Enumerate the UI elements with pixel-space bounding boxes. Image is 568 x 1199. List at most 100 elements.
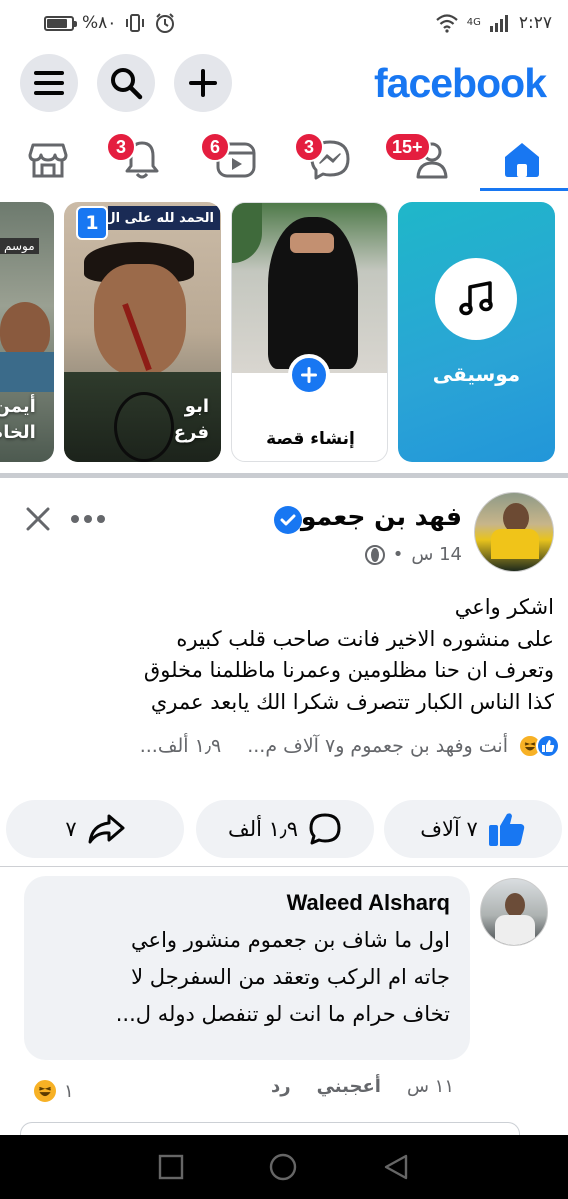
post-text-line: وتعرف ان حنا مظلومين وعمرنا ماظلمنا مخلو… bbox=[143, 658, 554, 682]
active-tab-indicator bbox=[480, 188, 568, 191]
comment-reaction-count: ١ bbox=[64, 1080, 74, 1102]
story-count-badge: 1 bbox=[76, 206, 108, 240]
search-icon bbox=[111, 68, 143, 100]
network-type: 4G bbox=[466, 17, 481, 28]
share-button[interactable]: ٧ bbox=[6, 800, 184, 858]
comment-count: ١٫٩ ألف bbox=[227, 817, 299, 841]
tab-notifications[interactable]: 3 bbox=[106, 132, 172, 186]
story-person-image bbox=[0, 302, 50, 358]
post-text-line: اشكر واعي bbox=[454, 595, 554, 619]
share-icon bbox=[88, 814, 125, 844]
comment-text-line: اول ما شاف بن جعموم منشور واعي bbox=[131, 928, 450, 952]
status-bar: %٨٠ 4G ٢:٢٧ bbox=[0, 0, 568, 46]
music-note-icon bbox=[459, 281, 493, 316]
messenger-badge: 3 bbox=[294, 132, 324, 162]
music-label: موسيقى bbox=[432, 362, 521, 386]
tab-messenger[interactable]: 3 bbox=[294, 132, 360, 186]
story-caption: الحمد لله على ال bbox=[108, 206, 220, 230]
comment-button[interactable]: ١٫٩ ألف bbox=[196, 800, 374, 858]
comment-reply-button[interactable]: رد bbox=[271, 1076, 291, 1097]
menu-button[interactable] bbox=[20, 54, 78, 112]
post-text-line: على منشوره الاخير فانت صاحب قلب كبيره bbox=[176, 626, 554, 651]
story-author-first: أيمن bbox=[0, 396, 36, 417]
reactions-text: أنت وفهد بن جعموم و٧ آلاف م... bbox=[247, 735, 508, 757]
tab-friends[interactable]: 15+ bbox=[384, 132, 458, 186]
tab-home[interactable] bbox=[492, 134, 552, 186]
tab-video[interactable]: 6 bbox=[200, 132, 266, 186]
story-author-last: الخام bbox=[0, 422, 36, 443]
haha-reaction-icon bbox=[32, 1078, 58, 1104]
author-avatar[interactable] bbox=[474, 492, 554, 572]
post-time[interactable]: 14 س bbox=[411, 544, 462, 565]
thumbs-up-icon bbox=[488, 813, 524, 846]
plus-icon bbox=[189, 69, 217, 97]
commenter-name[interactable]: Waleed Alsharq bbox=[44, 890, 450, 916]
alarm-icon bbox=[156, 13, 175, 33]
video-badge: 6 bbox=[200, 132, 230, 162]
stories-tray: موسم أيمن الخام الحمد لله على ال 1 ابو ف… bbox=[0, 202, 568, 466]
post-actions: ٧ آلاف ١٫٩ ألف ٧ bbox=[0, 800, 568, 860]
post-body: اشكر واعي على منشوره الاخير فانت صاحب قل… bbox=[0, 592, 568, 718]
create-story-label: إنشاء قصة bbox=[266, 429, 355, 449]
create-story-image bbox=[232, 203, 387, 373]
comment-reactions[interactable]: ١ bbox=[32, 1078, 74, 1104]
story-person-image bbox=[94, 264, 186, 376]
recents-icon[interactable] bbox=[158, 1154, 184, 1180]
store-icon bbox=[28, 143, 68, 178]
comment-actions: ١١ س أعجبني رد bbox=[271, 1076, 454, 1097]
meta-separator: • bbox=[392, 544, 404, 565]
friends-badge: 15+ bbox=[384, 132, 431, 162]
post-header: فهد بن جعموم 14 س • bbox=[0, 490, 568, 580]
comments-count-text[interactable]: ١٫٩ ألف... bbox=[140, 735, 222, 757]
story-card[interactable]: الحمد لله على ال 1 ابو فرع bbox=[64, 202, 221, 462]
commenter-avatar[interactable] bbox=[480, 878, 548, 946]
story-card[interactable]: موسم أيمن الخام bbox=[0, 202, 54, 462]
back-icon[interactable] bbox=[382, 1153, 410, 1181]
comment-text: اول ما شاف بن جعموم منشور واعي جاته ام ا… bbox=[44, 922, 450, 1033]
notifications-badge: 3 bbox=[106, 132, 136, 162]
clock: ٢:٢٧ bbox=[518, 13, 552, 33]
like-count: ٧ آلاف bbox=[420, 817, 478, 841]
share-count: ٧ bbox=[65, 817, 77, 841]
comment-like-button[interactable]: أعجبني bbox=[317, 1076, 381, 1097]
create-story-card[interactable]: إنشاء قصة bbox=[231, 202, 388, 462]
reactions-summary[interactable]: أنت وفهد بن جعموم و٧ آلاف م... ١٫٩ ألف..… bbox=[0, 728, 568, 764]
home-button-icon[interactable] bbox=[268, 1152, 298, 1182]
top-bar: facebook bbox=[0, 54, 568, 116]
nav-tabs: 3 6 3 15+ bbox=[0, 128, 568, 192]
home-icon bbox=[505, 143, 539, 177]
wifi-icon bbox=[436, 14, 458, 33]
battery-icon bbox=[44, 15, 77, 31]
comment-icon bbox=[309, 813, 341, 845]
story-caption: موسم bbox=[0, 238, 39, 254]
comment-text-line: تخاف حرام ما انت لو تنفصل دوله ل... bbox=[115, 1002, 450, 1026]
menu-icon bbox=[34, 71, 64, 95]
post-text-line: كذا الناس الكبار تتصرف شكرا الك يابعد عم… bbox=[150, 689, 554, 714]
like-button[interactable]: ٧ آلاف bbox=[384, 800, 562, 858]
battery-level: %٨٠ bbox=[82, 13, 117, 33]
music-story-card[interactable]: موسيقى bbox=[398, 202, 555, 462]
system-navigation-bar bbox=[0, 1135, 568, 1199]
globe-icon bbox=[364, 544, 385, 565]
story-author-last: فرع bbox=[173, 422, 209, 443]
search-button[interactable] bbox=[97, 54, 155, 112]
signal-icon bbox=[489, 15, 508, 32]
verified-badge-icon bbox=[274, 506, 302, 534]
story-author-first: ابو bbox=[184, 396, 209, 417]
create-button[interactable] bbox=[174, 54, 232, 112]
comment-time: ١١ س bbox=[406, 1076, 454, 1097]
close-icon[interactable] bbox=[26, 507, 50, 531]
add-story-button[interactable] bbox=[288, 354, 330, 396]
more-options-icon[interactable] bbox=[70, 514, 106, 524]
like-reaction-icon bbox=[536, 734, 560, 758]
comment-bubble[interactable]: Waleed Alsharq اول ما شاف بن جعموم منشور… bbox=[24, 876, 470, 1060]
post-author-name[interactable]: فهد بن جعموم bbox=[283, 502, 463, 531]
plus-icon bbox=[301, 367, 317, 383]
facebook-logo[interactable]: facebook bbox=[374, 60, 547, 107]
comment-text-line: جاته ام الركب وتعقد من السفرجل لا bbox=[131, 965, 450, 989]
section-divider bbox=[0, 473, 568, 478]
post-meta: 14 س • bbox=[364, 544, 462, 565]
divider bbox=[0, 866, 568, 867]
vibrate-icon bbox=[126, 14, 145, 32]
tab-marketplace[interactable] bbox=[18, 134, 78, 186]
